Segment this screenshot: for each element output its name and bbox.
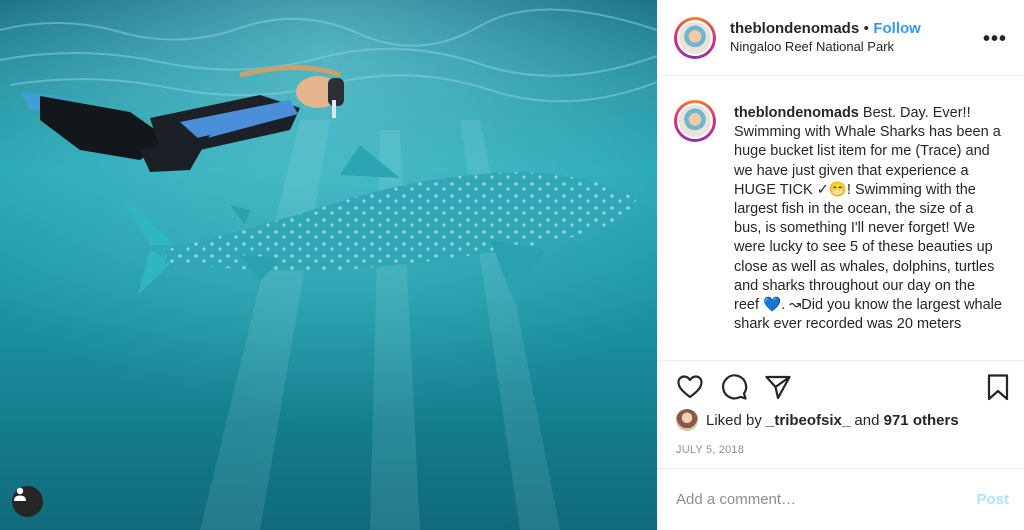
comment-bar: Post: [658, 468, 1024, 530]
post-location[interactable]: Ningaloo Reef National Park: [730, 38, 921, 56]
whale-shark-scene: [0, 0, 657, 530]
liker-avatar[interactable]: [676, 409, 698, 431]
caption-username[interactable]: theblondenomads: [734, 105, 859, 121]
caption-body: Best. Day. Ever!! Swimming with Whale Sh…: [734, 105, 1002, 333]
liker-username[interactable]: _tribeofsix_: [766, 412, 850, 429]
heart-icon[interactable]: [676, 373, 704, 401]
likes-others-link[interactable]: 971 others: [884, 412, 959, 429]
comment-icon[interactable]: [720, 373, 748, 401]
author-info: theblondenomads • Follow Ningaloo Reef N…: [730, 20, 921, 56]
separator-dot: •: [863, 19, 869, 37]
post-actions: [658, 360, 1024, 412]
bookmark-icon[interactable]: [984, 373, 1012, 401]
post-side-panel: theblondenomads • Follow Ningaloo Reef N…: [657, 0, 1024, 530]
author-avatar-image: [677, 19, 713, 56]
likes-and: and: [854, 411, 880, 429]
post-caption: theblondenomads Best. Day. Ever!! Swimmi…: [734, 92, 1004, 360]
author-username[interactable]: theblondenomads: [730, 20, 859, 37]
caption-author-avatar[interactable]: [674, 100, 716, 142]
post-comment-button[interactable]: Post: [976, 491, 1009, 508]
post-date[interactable]: JULY 5, 2018: [676, 444, 744, 456]
paper-plane-icon[interactable]: [764, 373, 792, 401]
author-avatar[interactable]: [674, 16, 716, 59]
likes-summary: Liked by _tribeofsix_ and 971 others: [676, 409, 959, 431]
post-photo[interactable]: [0, 0, 657, 530]
comment-input[interactable]: [676, 491, 977, 508]
likes-prefix: Liked by: [706, 411, 762, 429]
follow-button[interactable]: Follow: [873, 20, 921, 37]
caption-avatar-image: [677, 103, 713, 139]
caption-section: theblondenomads Best. Day. Ever!! Swimmi…: [658, 92, 1024, 360]
more-options-icon[interactable]: •••: [983, 28, 1007, 51]
post-header: theblondenomads • Follow Ningaloo Reef N…: [658, 0, 1024, 76]
user-tag-icon[interactable]: [12, 486, 43, 517]
person-icon: [14, 487, 26, 501]
